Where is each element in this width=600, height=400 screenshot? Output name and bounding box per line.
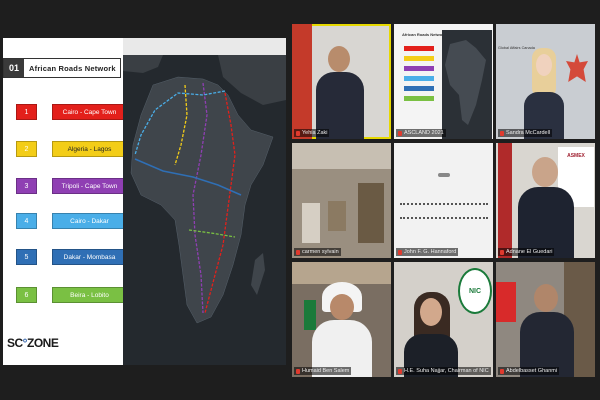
participant-tile[interactable]: African Roads Network ASCLAND 2021: [394, 24, 493, 139]
participant-name: carmen sylvain: [294, 248, 341, 256]
participant-face: [330, 294, 354, 320]
participant-tile[interactable]: Yehia Zaki: [292, 24, 391, 139]
africa-map-graphic: [123, 55, 286, 324]
mic-muted-icon: [500, 130, 504, 136]
route-item: 6 Beira - Lobito: [16, 287, 127, 303]
shared-slide: 01 African Roads Network 1 Cairo - Cape …: [3, 38, 286, 365]
participant-name: John F. G. Hannaford: [396, 248, 459, 256]
logo-text-tail: ZONE: [26, 336, 59, 350]
route-item: 5 Dakar - Mombasa: [16, 249, 127, 265]
participant-face: [532, 157, 558, 187]
slide-title: African Roads Network: [29, 63, 116, 73]
participant-name: ASCLAND 2021: [396, 129, 446, 137]
slide-header: 01 African Roads Network: [3, 58, 121, 78]
logo-text: SC: [7, 336, 23, 350]
route-name: Algeria - Lagos: [52, 141, 127, 157]
route-name: Cairo - Cape Town: [52, 104, 127, 120]
participant-tile[interactable]: NIC H.E. Suha Najjar, Chairman of NIC: [394, 262, 493, 377]
maple-leaf-icon: [566, 54, 588, 82]
route-name: Tripoli - Cape Town: [52, 178, 127, 194]
airplane-icon: [438, 173, 450, 177]
participant-name: H.E. Suha Najjar, Chairman of NIC: [396, 367, 491, 375]
mic-muted-icon: [398, 130, 402, 136]
participant-tile[interactable]: Global Affairs Canada Sandra McCardell: [496, 24, 595, 139]
participant-tile[interactable]: John F. G. Hannaford: [394, 143, 493, 258]
route-name: Dakar - Mombasa: [52, 249, 127, 265]
route-number: 1: [16, 104, 37, 120]
flag-morocco: [498, 143, 512, 258]
route-name: Beira - Lobito: [52, 287, 127, 303]
participant-tile[interactable]: Humaid Ben Salem: [292, 262, 391, 377]
route-number: 5: [16, 249, 37, 265]
route-item: 4 Cairo - Dakar: [16, 213, 127, 229]
nic-logo: NIC: [458, 268, 492, 314]
mic-muted-icon: [398, 249, 402, 255]
mic-muted-icon: [500, 249, 504, 255]
mic-muted-icon: [500, 368, 504, 374]
route-number: 3: [16, 178, 37, 194]
route-item: 1 Cairo - Cape Town: [16, 104, 127, 120]
participant-name: Sandra McCardell: [498, 129, 553, 137]
mic-muted-icon: [296, 130, 300, 136]
flag-tunisia: [496, 282, 516, 322]
participant-name: Humaid Ben Salem: [294, 367, 352, 375]
route-name: Cairo - Dakar: [52, 213, 127, 229]
route-number: 6: [16, 287, 37, 303]
mic-muted-icon: [398, 368, 402, 374]
participant-name: Yehia Zaki: [294, 129, 330, 137]
participant-tile[interactable]: ASMEX Adnane El Guedari: [496, 143, 595, 258]
canada-banner-text: Global Affairs Canada: [498, 46, 535, 50]
route-item: 3 Tripoli - Cape Town: [16, 178, 127, 194]
participant-face: [534, 284, 558, 312]
participant-tile[interactable]: Abdelbasset Ghanmi: [496, 262, 595, 377]
route-number: 2: [16, 141, 37, 157]
participant-tile[interactable]: carmen sylvain: [292, 143, 391, 258]
participant-name: Abdelbasset Ghanmi: [498, 367, 560, 375]
mini-slide-title: African Roads Network: [402, 32, 447, 37]
slide-number: 01: [4, 59, 24, 77]
mic-muted-icon: [296, 368, 300, 374]
route-item: 2 Algeria - Lagos: [16, 141, 127, 157]
mic-muted-icon: [296, 249, 300, 255]
participant-face: [328, 46, 350, 72]
slide-top-strip: [123, 38, 286, 55]
participant-name: Adnane El Guedari: [498, 248, 555, 256]
sczone-logo: SC°ZONE: [7, 336, 59, 350]
africa-map: [123, 55, 286, 365]
route-number: 4: [16, 213, 37, 229]
mini-africa-map: [442, 30, 492, 139]
participant-face: [536, 54, 552, 76]
flag-uae: [304, 300, 316, 330]
participant-face: [420, 298, 442, 326]
